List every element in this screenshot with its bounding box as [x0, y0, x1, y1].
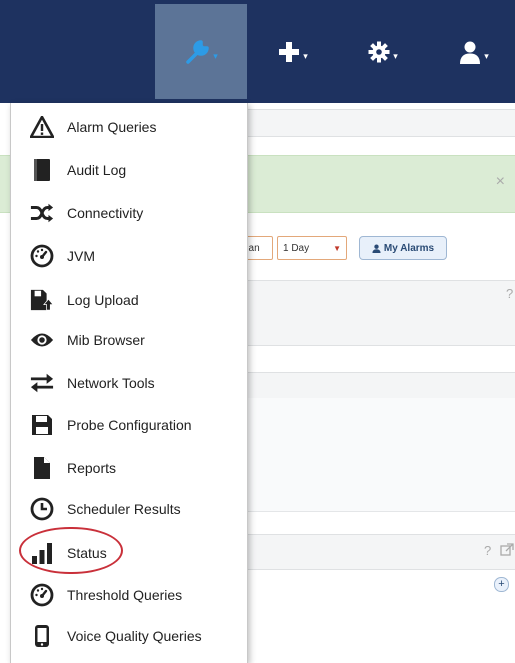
- my-alarms-button[interactable]: My Alarms: [359, 236, 447, 260]
- menu-item-threshold-queries[interactable]: Threshold Queries: [11, 575, 247, 615]
- chevron-down-icon: ▾: [484, 51, 489, 61]
- menu-item-label: Log Upload: [67, 292, 139, 308]
- menu-item-label: Audit Log: [67, 162, 127, 178]
- wrench-icon: [186, 39, 209, 64]
- chevron-down-icon: ▾: [303, 51, 308, 61]
- mobile-icon: [30, 624, 54, 648]
- exchange-icon: [30, 371, 54, 395]
- help-icon[interactable]: ?: [506, 286, 513, 301]
- menu-item-jvm[interactable]: JVM: [11, 236, 247, 276]
- menu-item-label: Scheduler Results: [67, 501, 181, 517]
- add-widget-icon[interactable]: +: [494, 577, 509, 592]
- menu-item-label: JVM: [67, 248, 95, 264]
- dashboard-icon: [30, 244, 54, 268]
- menu-item-label: Voice Quality Queries: [67, 628, 202, 644]
- top-navbar: ▾ ▾ ▾ ▾: [0, 0, 515, 103]
- file-icon: [30, 456, 54, 480]
- highlight-ellipse: [19, 527, 123, 574]
- menu-item-label: Probe Configuration: [67, 417, 192, 433]
- plus-icon: [279, 41, 300, 62]
- menu-item-label: Threshold Queries: [67, 587, 183, 603]
- panel-header-1: [246, 280, 515, 346]
- chevron-down-icon: ▾: [213, 51, 218, 61]
- save-icon: [30, 413, 54, 437]
- add-menu-button[interactable]: ▾: [247, 4, 339, 99]
- external-link-icon[interactable]: [500, 543, 514, 557]
- chevron-down-icon: ▾: [393, 51, 398, 61]
- file-upload-icon: [30, 288, 54, 312]
- menu-item-label: Reports: [67, 460, 117, 476]
- menu-item-log-upload[interactable]: Log Upload: [11, 280, 247, 320]
- book-icon: [30, 158, 54, 182]
- filter-day-select[interactable]: 1 Day ▼: [277, 236, 347, 260]
- user-icon: [460, 41, 481, 64]
- menu-item-probe-configuration[interactable]: Probe Configuration: [11, 405, 247, 445]
- menu-item-voice-quality-queries[interactable]: Voice Quality Queries: [11, 616, 247, 656]
- panel-header-2: [246, 534, 515, 570]
- close-icon[interactable]: ×: [496, 173, 505, 191]
- menu-item-label: Mib Browser: [67, 332, 145, 348]
- help-icon-2[interactable]: ?: [484, 543, 491, 558]
- gear-icon: [368, 41, 390, 62]
- clock-icon: [30, 497, 54, 521]
- panel-subheader: [246, 372, 515, 400]
- random-icon: [30, 201, 54, 225]
- dashboard-icon: [30, 583, 54, 607]
- menu-item-scheduler-results[interactable]: Scheduler Results: [11, 489, 247, 529]
- warning-icon: [30, 115, 54, 139]
- panel-body: [246, 398, 515, 512]
- menu-item-network-tools[interactable]: Network Tools: [11, 363, 247, 403]
- settings-menu-button[interactable]: ▾: [337, 4, 429, 99]
- menu-item-label: Connectivity: [67, 205, 144, 221]
- tools-dropdown-menu: Alarm Queries Audit Log Connectivity JVM…: [10, 103, 248, 663]
- menu-item-reports[interactable]: Reports: [11, 448, 247, 488]
- user-icon: [372, 244, 381, 253]
- tools-menu-button[interactable]: ▾: [155, 4, 247, 99]
- filter-day-label: 1 Day: [283, 242, 310, 254]
- menu-item-audit-log[interactable]: Audit Log: [11, 150, 247, 190]
- menu-item-label: Network Tools: [67, 375, 155, 391]
- menu-item-connectivity[interactable]: Connectivity: [11, 193, 247, 233]
- eye-icon: [30, 328, 54, 352]
- my-alarms-label: My Alarms: [383, 242, 435, 254]
- menu-item-label: Alarm Queries: [67, 119, 157, 135]
- chevron-down-icon: ▼: [333, 243, 341, 253]
- menu-item-mib-browser[interactable]: Mib Browser: [11, 320, 247, 360]
- breadcrumb-bar: [246, 109, 515, 137]
- menu-item-alarm-queries[interactable]: Alarm Queries: [11, 107, 247, 147]
- user-menu-button[interactable]: ▾: [428, 4, 515, 99]
